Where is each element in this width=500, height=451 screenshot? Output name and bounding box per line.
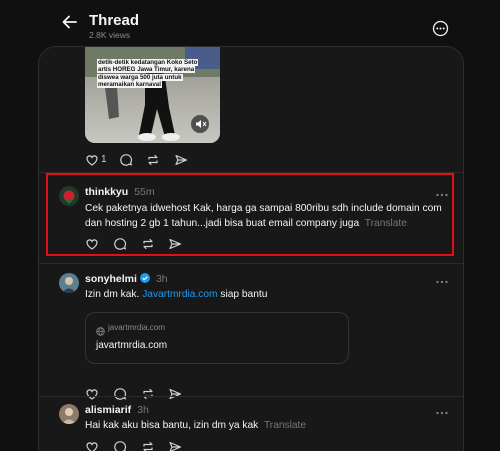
post-actions: 1: [85, 153, 245, 169]
post-time: 3h: [155, 273, 168, 285]
reply-post: sonyhelmi 3h Izin dm kak. Javartmrdia.com…: [39, 263, 463, 403]
thread-header: Thread 2.8K views: [0, 0, 500, 46]
more-circle-icon[interactable]: [432, 20, 449, 37]
link-preview-card[interactable]: javartmrdia.com javartmrdia.com: [85, 312, 349, 364]
highlight-box: [46, 173, 454, 256]
username[interactable]: sonyhelmi 3h: [85, 273, 168, 285]
back-arrow-icon[interactable]: [60, 12, 80, 32]
reply-post: alismiarif 3h Hai kak aku bisa bantu, izi…: [39, 396, 463, 451]
view-count: 2.8K views: [89, 30, 131, 40]
link-domain: javartmrdia.com: [108, 323, 165, 332]
share-icon: [175, 154, 188, 166]
heart-icon: [86, 442, 98, 451]
avatar[interactable]: [59, 273, 79, 293]
avatar[interactable]: [59, 404, 79, 424]
comment-button[interactable]: [113, 440, 127, 451]
repost-button[interactable]: [146, 153, 160, 169]
video-thumbnail[interactable]: detik-detik kedatangan Koko Seto artis H…: [85, 47, 220, 143]
share-button[interactable]: [168, 440, 182, 451]
repost-button[interactable]: [141, 440, 155, 451]
post-text: Izin dm kak. Javartmrdia.com siap bantu: [85, 289, 268, 300]
repost-icon: [148, 154, 158, 166]
like-button[interactable]: 1: [85, 153, 107, 169]
video-caption: detik-detik kedatangan Koko Seto artis H…: [97, 59, 199, 89]
post-time: 3h: [137, 404, 149, 416]
verified-icon: [139, 273, 150, 283]
dots-icon[interactable]: [435, 274, 449, 284]
mute-icon[interactable]: [191, 115, 209, 133]
post-actions: [85, 440, 245, 451]
dots-icon[interactable]: [435, 405, 449, 415]
post-link[interactable]: Javartmrdia.com: [142, 289, 217, 300]
comment-icon: [120, 154, 133, 166]
globe-icon: [96, 323, 105, 336]
comment-icon: [114, 441, 126, 451]
share-button[interactable]: [174, 153, 188, 169]
link-title: javartmrdia.com: [96, 340, 168, 351]
page-title: Thread: [89, 12, 140, 29]
translate-link[interactable]: Translate: [264, 420, 306, 431]
like-count: 1: [101, 154, 107, 165]
heart-icon: [86, 155, 98, 166]
post-text: Hai kak aku bisa bantu, izin dm ya kak T…: [85, 420, 307, 431]
share-icon: [169, 441, 182, 451]
repost-icon: [143, 441, 153, 451]
like-button[interactable]: [85, 440, 99, 451]
comment-button[interactable]: [119, 153, 133, 169]
username[interactable]: alismiarif 3h: [85, 404, 149, 416]
